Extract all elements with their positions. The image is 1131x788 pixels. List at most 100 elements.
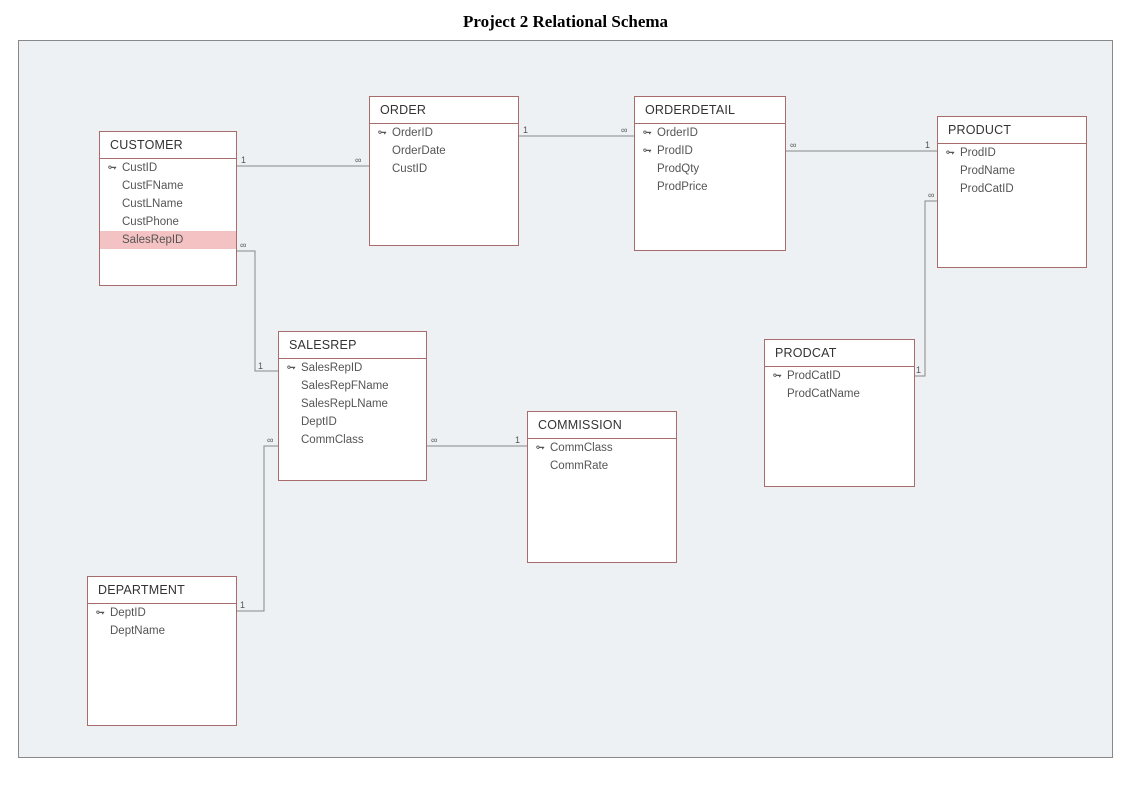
primary-key-icon [104,163,120,173]
field-name: OrderID [390,127,433,139]
entity-header: CUSTOMER [100,132,236,159]
field-row: OrderID [370,124,518,142]
primary-key-icon [769,371,785,381]
field-name: ProdName [958,165,1015,177]
primary-key-icon [532,443,548,453]
schema-canvas: 1 ∞ 1 ∞ ∞ 1 ∞ 1 1 ∞ ∞ 1 1 ∞ CUSTOMER Cus… [18,40,1113,758]
field-name: CustID [120,162,157,174]
field-name: ProdCatID [958,183,1014,195]
card-many: ∞ [355,155,361,165]
card-one: 1 [523,125,528,135]
field-row: DeptID [279,413,426,431]
card-many: ∞ [240,240,246,250]
primary-key-icon [942,148,958,158]
field-name: CommRate [548,460,608,472]
entity-salesrep: SALESREP SalesRepIDSalesRepFNameSalesRep… [278,331,427,481]
field-name: ProdPrice [655,181,708,193]
card-one: 1 [925,140,930,150]
field-row: CustPhone [100,213,236,231]
field-name: CustPhone [120,216,179,228]
entity-department: DEPARTMENT DeptID DeptName [87,576,237,726]
entity-fields: SalesRepID SalesRepFName SalesRepLName Dept… [279,359,426,449]
field-row: SalesRepLName [279,395,426,413]
field-name: DeptID [299,416,337,428]
entity-commission: COMMISSION CommClass CommRate [527,411,677,563]
field-name: CommClass [299,434,364,446]
entity-header: ORDER [370,97,518,124]
field-row: ProdQty [635,160,785,178]
field-row: SalesRepID [279,359,426,377]
entity-customer: CUSTOMER CustID CustFName CustLName CustPho… [99,131,237,286]
card-one: 1 [515,435,520,445]
field-row: SalesRepID [100,231,236,249]
primary-key-icon [92,608,108,618]
entity-orderdetail: ORDERDETAIL OrderID ProdID ProdQty ProdPric… [634,96,786,251]
field-row: CustID [100,159,236,177]
field-name: DeptName [108,625,165,637]
field-name: DeptID [108,607,146,619]
field-name: SalesRepID [299,362,362,374]
entity-fields: CustID CustFName CustLName CustPhone SalesRe… [100,159,236,249]
entity-header: ORDERDETAIL [635,97,785,124]
field-row: OrderDate [370,142,518,160]
field-name: CustFName [120,180,183,192]
field-name: SalesRepLName [299,398,388,410]
field-row: ProdPrice [635,178,785,196]
field-name: ProdID [958,147,996,159]
entity-fields: CommClass CommRate [528,439,676,475]
card-many: ∞ [431,435,437,445]
entity-prodcat: PRODCAT ProdCatID ProdCatName [764,339,915,487]
field-name: CommClass [548,442,613,454]
card-one: 1 [240,600,245,610]
field-row: CommRate [528,457,676,475]
field-name: ProdID [655,145,693,157]
card-many: ∞ [267,435,273,445]
entity-fields: ProdID ProdName ProdCatID [938,144,1086,198]
entity-header: DEPARTMENT [88,577,236,604]
entity-product: PRODUCT ProdID ProdName ProdCatID [937,116,1087,268]
entity-header: PRODUCT [938,117,1086,144]
card-one: 1 [916,365,921,375]
entity-header: SALESREP [279,332,426,359]
entity-header: PRODCAT [765,340,914,367]
field-row: SalesRepFName [279,377,426,395]
field-row: DeptName [88,622,236,640]
field-row: CustLName [100,195,236,213]
field-row: CustID [370,160,518,178]
entity-fields: DeptID DeptName [88,604,236,640]
field-row: OrderID [635,124,785,142]
field-name: OrderDate [390,145,446,157]
entity-header: COMMISSION [528,412,676,439]
card-many: ∞ [790,140,796,150]
field-row: CommClass [279,431,426,449]
card-many: ∞ [928,190,934,200]
field-row: ProdID [635,142,785,160]
entity-order: ORDER OrderID OrderDate CustID [369,96,519,246]
field-name: CustID [390,163,427,175]
field-name: ProdCatID [785,370,841,382]
page-title: Project 2 Relational Schema [0,0,1131,40]
field-row: ProdCatID [938,180,1086,198]
field-name: ProdCatName [785,388,860,400]
card-many: ∞ [621,125,627,135]
primary-key-icon [639,128,655,138]
field-name: SalesRepFName [299,380,389,392]
primary-key-icon [639,146,655,156]
card-one: 1 [241,155,246,165]
entity-fields: ProdCatID ProdCatName [765,367,914,403]
entity-fields: OrderID OrderDate CustID [370,124,518,178]
primary-key-icon [283,363,299,373]
field-name: CustLName [120,198,183,210]
field-name: OrderID [655,127,698,139]
field-row: CommClass [528,439,676,457]
entity-fields: OrderID ProdID ProdQty ProdPrice [635,124,785,196]
field-row: ProdCatID [765,367,914,385]
field-row: ProdName [938,162,1086,180]
card-one: 1 [258,361,263,371]
field-row: CustFName [100,177,236,195]
field-name: ProdQty [655,163,699,175]
field-row: ProdCatName [765,385,914,403]
field-name: SalesRepID [120,234,183,246]
field-row: ProdID [938,144,1086,162]
field-row: DeptID [88,604,236,622]
